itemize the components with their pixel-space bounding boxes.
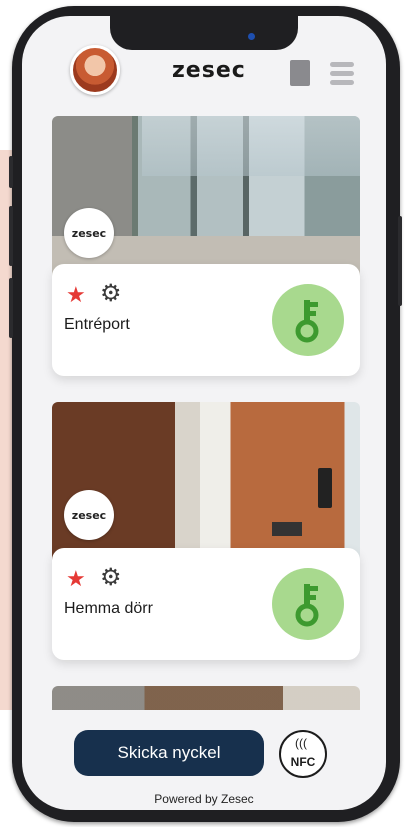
user-avatar[interactable] [70, 45, 120, 95]
key-icon [295, 584, 319, 627]
nfc-label: NFC [290, 755, 316, 769]
gear-icon[interactable]: ⚙ [100, 566, 122, 590]
lock-panel: ★ ⚙ Hemma dörr [52, 548, 360, 660]
lock-card-peek[interactable] [52, 686, 360, 710]
lock-name: Entréport [64, 316, 130, 333]
side-button-power [398, 216, 402, 306]
app-screen: zesec zesec ★ ⚙ Entréport zesec ★ ⚙ Hemm… [22, 16, 386, 810]
front-camera [248, 33, 255, 40]
square-icon[interactable] [290, 60, 310, 86]
unlock-key-button[interactable] [272, 568, 344, 640]
hamburger-menu-icon[interactable] [330, 62, 354, 85]
star-icon[interactable]: ★ [66, 284, 86, 306]
nfc-icon: ((( [295, 736, 307, 750]
unlock-key-button[interactable] [272, 284, 344, 356]
key-icon [295, 300, 319, 343]
zesec-badge: zesec [64, 490, 114, 540]
send-key-button[interactable]: Skicka nyckel [74, 730, 264, 776]
app-logo: zesec [172, 58, 246, 83]
powered-by-text: Powered by Zesec [154, 792, 254, 806]
nfc-button[interactable]: ((( NFC [279, 730, 327, 778]
star-icon[interactable]: ★ [66, 568, 86, 590]
lock-name: Hemma dörr [64, 600, 153, 617]
side-button-volume-up [9, 206, 13, 266]
lock-panel: ★ ⚙ Entréport [52, 264, 360, 376]
side-button-silent [9, 156, 13, 188]
notch [110, 16, 298, 50]
gear-icon[interactable]: ⚙ [100, 282, 122, 306]
zesec-badge: zesec [64, 208, 114, 258]
side-button-volume-down [9, 278, 13, 338]
